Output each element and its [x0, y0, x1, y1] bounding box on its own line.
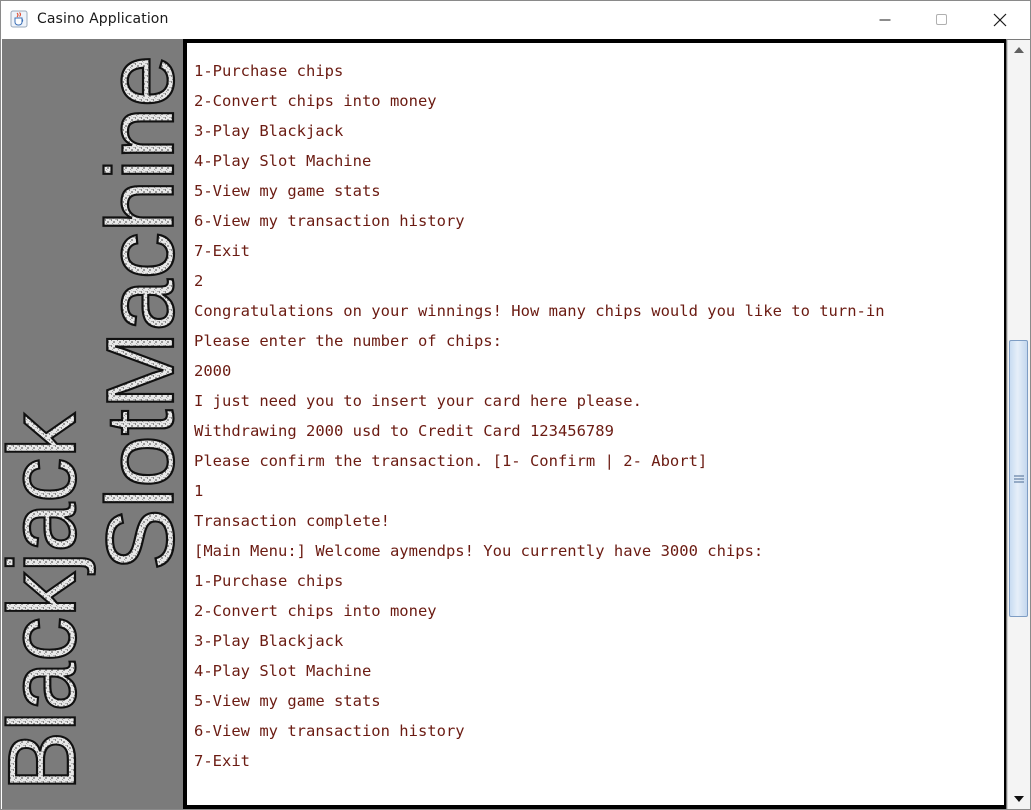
console-line: 2 [194, 272, 204, 290]
minimize-icon [879, 19, 891, 21]
scroll-up-button[interactable] [1008, 40, 1030, 60]
console-line: 1-Purchase chips [194, 62, 344, 80]
vertical-scrollbar[interactable] [1007, 40, 1030, 809]
close-button[interactable] [971, 1, 1029, 39]
window-title: Casino Application [37, 11, 169, 27]
console-line: 2-Convert chips into money [194, 92, 437, 110]
scroll-thumb[interactable] [1009, 340, 1028, 617]
minimize-button[interactable] [856, 1, 914, 39]
console-line: Please confirm the transaction. [1- Conf… [194, 452, 708, 470]
console-lines: 1-Purchase chips 2-Convert chips into mon… [194, 56, 885, 776]
console-line: 1 [194, 482, 204, 500]
console-line: 7-Exit [194, 242, 250, 260]
console-line: Withdrawing 2000 usd to Credit Card 1234… [194, 422, 614, 440]
console-line: 7-Exit [194, 752, 250, 770]
console-line: 6-View my transaction history [194, 212, 465, 230]
console-line: Transaction complete! [194, 512, 390, 530]
console-line: 2000 [194, 362, 232, 380]
side-banner-word-1: Blackjack [2, 412, 96, 791]
console-line: 5-View my game stats [194, 182, 381, 200]
console-line: 1-Purchase chips [194, 572, 344, 590]
close-icon [993, 13, 1007, 27]
java-cup-icon [10, 10, 28, 28]
client-area: Blackjack SlotMachine 1-Purchase chips 2-… [2, 39, 1030, 809]
console-line: I just need you to insert your card here… [194, 392, 642, 410]
console-line: 2-Convert chips into money [194, 602, 437, 620]
maximize-button[interactable] [913, 1, 971, 39]
console-line: 4-Play Slot Machine [194, 662, 372, 680]
chevron-down-icon [1014, 796, 1024, 802]
console-line: 3-Play Blackjack [194, 122, 344, 140]
grip-icon [1014, 475, 1024, 482]
console-line: 5-View my game stats [194, 692, 381, 710]
console-line: 3-Play Blackjack [194, 632, 344, 650]
maximize-icon [936, 14, 947, 25]
console-output[interactable]: 1-Purchase chips 2-Convert chips into mon… [183, 39, 1006, 809]
casino-side-banner: Blackjack SlotMachine [2, 39, 183, 809]
console-line: Please enter the number of chips: [194, 332, 502, 350]
scroll-down-button[interactable] [1008, 789, 1030, 809]
casino-window: Casino Application Blackjack SlotMachine… [0, 0, 1031, 810]
console-line: [Main Menu:] Welcome aymendps! You curre… [194, 542, 764, 560]
chevron-up-icon [1014, 47, 1024, 53]
console-line: 6-View my transaction history [194, 722, 465, 740]
console-line: 4-Play Slot Machine [194, 152, 372, 170]
title-bar[interactable]: Casino Application [1, 1, 1030, 39]
console-line: Congratulations on your winnings! How ma… [194, 302, 885, 320]
side-banner-word-2: SlotMachine [87, 55, 183, 571]
